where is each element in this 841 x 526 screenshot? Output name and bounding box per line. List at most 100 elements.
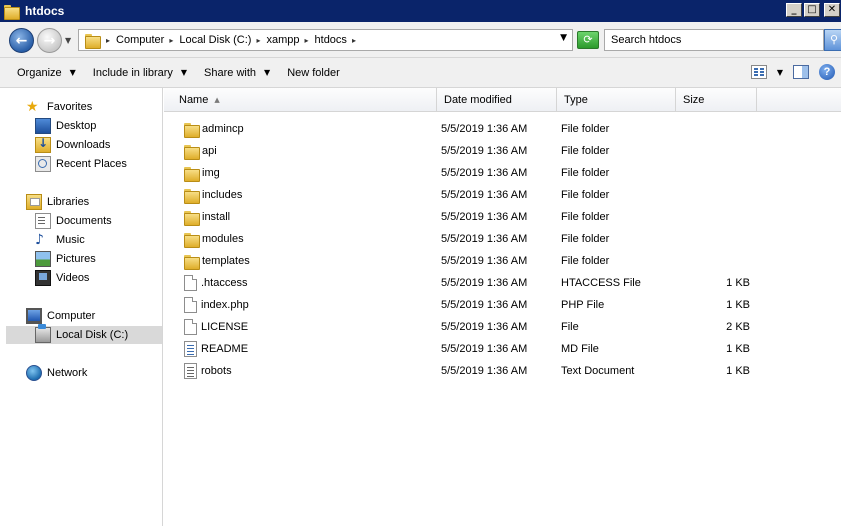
address-history-dropdown[interactable]: ▼: [560, 33, 567, 43]
organize-button[interactable]: Organize ▼: [17, 67, 76, 79]
file-size: [684, 140, 750, 162]
file-name: LICENSE: [201, 321, 249, 333]
nav-local-disk[interactable]: Local Disk (C:): [6, 324, 162, 344]
nav-desktop-label: Desktop: [56, 120, 97, 132]
address-bar[interactable]: ▸ Computer ▸ Local Disk (C:) ▸ xampp ▸ h…: [78, 29, 573, 51]
file-name-cell: modules: [184, 228, 244, 250]
file-type: File folder: [561, 255, 610, 267]
search-input[interactable]: Search htdocs: [604, 29, 824, 51]
include-in-library-label: Include in library: [92, 66, 173, 79]
nav-recent-places[interactable]: Recent Places: [35, 155, 127, 173]
minimize-button[interactable]: _: [786, 3, 802, 17]
documents-icon: [35, 213, 51, 229]
help-icon[interactable]: ?: [819, 64, 835, 80]
file-row[interactable]: .htaccess 5/5/2019 1:36 AM HTACCESS File 1 …: [164, 272, 841, 294]
organize-label: Organize: [17, 66, 62, 79]
nav-computer-label: Computer: [47, 310, 96, 322]
column-header-size[interactable]: Size: [676, 88, 757, 112]
desktop-icon: [35, 118, 51, 134]
column-header-type[interactable]: Type: [557, 88, 676, 112]
breadcrumb-arrow-icon[interactable]: ▸: [352, 36, 356, 45]
file-row[interactable]: templates 5/5/2019 1:36 AM File folder: [164, 250, 841, 272]
file-row[interactable]: index.php 5/5/2019 1:36 AM PHP File 1 KB: [164, 294, 841, 316]
file-date-modified: 5/5/2019 1:36 AM: [441, 233, 528, 245]
nav-music[interactable]: ♪ Music: [35, 231, 85, 249]
file-row[interactable]: install 5/5/2019 1:36 AM File folder: [164, 206, 841, 228]
refresh-button[interactable]: ⟳: [577, 31, 599, 49]
file-date-modified: 5/5/2019 1:36 AM: [441, 299, 528, 311]
nav-computer[interactable]: Computer: [26, 307, 95, 325]
videos-icon: [35, 270, 51, 286]
breadcrumb-arrow-icon[interactable]: ▸: [169, 36, 173, 45]
file-size: 1 KB: [726, 365, 750, 377]
file-name: .htaccess: [201, 277, 248, 289]
nav-favorites[interactable]: ★ Favorites: [26, 98, 92, 116]
breadcrumb-local-disk[interactable]: Local Disk (C:): [179, 34, 251, 46]
file-name: install: [202, 211, 231, 223]
file-row[interactable]: api 5/5/2019 1:36 AM File folder: [164, 140, 841, 162]
file-row[interactable]: README 5/5/2019 1:36 AM MD File 1 KB: [164, 338, 841, 360]
breadcrumb-computer[interactable]: Computer: [116, 34, 164, 46]
file-name-cell: img: [184, 162, 220, 184]
nav-downloads[interactable]: Downloads: [35, 136, 110, 154]
nav-music-label: Music: [56, 234, 85, 246]
share-with-button[interactable]: Share with ▼: [204, 67, 270, 79]
nav-network[interactable]: Network: [26, 364, 87, 382]
computer-icon: [26, 308, 42, 324]
nav-videos[interactable]: Videos: [35, 269, 89, 287]
file-type: File: [561, 321, 579, 333]
forward-arrow-icon: →: [43, 32, 56, 49]
file-row[interactable]: img 5/5/2019 1:36 AM File folder: [164, 162, 841, 184]
folder-icon: [184, 232, 200, 248]
chevron-down-icon: ▼: [180, 68, 188, 77]
new-folder-button[interactable]: New folder: [287, 67, 340, 79]
forward-button[interactable]: →: [37, 28, 62, 53]
file-date-modified: 5/5/2019 1:36 AM: [441, 167, 528, 179]
change-view-icon[interactable]: [750, 65, 767, 79]
window-title: htdocs: [25, 4, 65, 18]
nav-pictures-label: Pictures: [56, 253, 96, 265]
nav-desktop[interactable]: Desktop: [35, 117, 96, 135]
preview-pane-icon[interactable]: [793, 65, 809, 79]
breadcrumb-arrow-icon[interactable]: ▸: [106, 36, 110, 45]
breadcrumb-xampp[interactable]: xampp: [266, 34, 299, 46]
file-date-modified: 5/5/2019 1:36 AM: [441, 145, 528, 157]
column-header-name-label: Name: [179, 94, 209, 106]
back-button[interactable]: ←: [9, 28, 34, 53]
text-file-icon: [184, 363, 197, 379]
file-name: img: [202, 167, 220, 179]
file-name-cell: admincp: [184, 118, 244, 140]
file-name: templates: [202, 255, 250, 267]
search-button[interactable]: ⚲: [824, 29, 841, 51]
file-row[interactable]: LICENSE 5/5/2019 1:36 AM File 2 KB: [164, 316, 841, 338]
file-row[interactable]: modules 5/5/2019 1:36 AM File folder: [164, 228, 841, 250]
column-header-name[interactable]: Name ▲: [172, 88, 437, 112]
window-controls: _ □ ✕: [786, 3, 840, 17]
refresh-icon: ⟳: [583, 33, 593, 46]
view-options-dropdown[interactable]: ▼: [777, 68, 783, 77]
file-row[interactable]: admincp 5/5/2019 1:36 AM File folder: [164, 118, 841, 140]
close-button[interactable]: ✕: [824, 3, 840, 17]
breadcrumb-arrow-icon[interactable]: ▸: [305, 36, 309, 45]
nav-pictures[interactable]: Pictures: [35, 250, 96, 268]
file-row[interactable]: includes 5/5/2019 1:36 AM File folder: [164, 184, 841, 206]
breadcrumb-arrow-icon[interactable]: ▸: [256, 36, 260, 45]
file-row[interactable]: robots 5/5/2019 1:36 AM Text Document 1 KB: [164, 360, 841, 382]
nav-videos-label: Videos: [56, 272, 90, 284]
chevron-down-icon: ▼: [69, 68, 76, 77]
breadcrumb-htdocs[interactable]: htdocs: [315, 34, 347, 46]
column-header-date-modified[interactable]: Date modified: [437, 88, 557, 112]
file-type: File folder: [561, 167, 610, 179]
nav-libraries[interactable]: Libraries: [26, 193, 89, 211]
recent-pages-dropdown[interactable]: ▼: [65, 36, 71, 45]
include-in-library-button[interactable]: Include in library ▼: [93, 67, 187, 79]
column-header-size-label: Size: [683, 94, 705, 106]
title-bar: htdocs _ □ ✕: [0, 0, 841, 22]
file-size: [684, 162, 750, 184]
music-icon: ♪: [35, 232, 44, 248]
file-name: admincp: [202, 123, 244, 135]
file-type: File folder: [561, 211, 610, 223]
nav-documents[interactable]: Documents: [35, 212, 112, 230]
file-date-modified: 5/5/2019 1:36 AM: [441, 343, 528, 355]
maximize-button[interactable]: □: [804, 3, 820, 17]
